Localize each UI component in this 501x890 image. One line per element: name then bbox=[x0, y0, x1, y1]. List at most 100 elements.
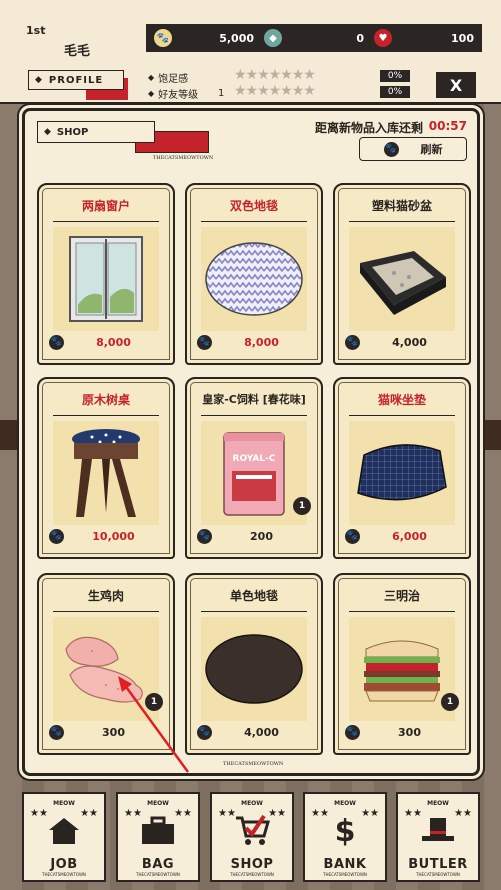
heart-icon: ♥ bbox=[374, 29, 392, 47]
friend-level-stars: ★★★★★★★ bbox=[234, 83, 316, 99]
star-icon: ★★ bbox=[30, 808, 48, 819]
divider bbox=[349, 611, 455, 612]
gems-value: 0 bbox=[356, 31, 364, 45]
item-price: 🐾 6,000 bbox=[345, 525, 459, 547]
tab-brand: THECATSMEOWTOWN bbox=[136, 872, 180, 877]
dollar-icon: $ bbox=[334, 813, 356, 849]
divider bbox=[201, 221, 307, 222]
paw-coin-icon: 🐾 bbox=[197, 334, 212, 350]
tab-meow-label: MEOW bbox=[147, 800, 169, 807]
paw-coin-icon: 🐾 bbox=[154, 29, 172, 47]
item-price-value: 8,000 bbox=[244, 335, 279, 349]
shop-item-card[interactable]: 生鸡肉 1 🐾 300 bbox=[37, 573, 175, 755]
coins-value: 5,000 bbox=[219, 31, 254, 45]
sandwich-image bbox=[349, 617, 455, 721]
refresh-button[interactable]: 🐾 刷新 bbox=[359, 137, 467, 161]
star-icon: ★★ bbox=[311, 808, 329, 819]
food-bag-brand: ROYAL-C bbox=[233, 454, 276, 464]
shop-item-card[interactable]: 皇家-C饲料 [春花味] ROYAL-C 1 🐾 200 bbox=[185, 377, 323, 559]
item-price-value: 4,000 bbox=[392, 335, 427, 349]
paw-coin-icon: 🐾 bbox=[345, 334, 360, 350]
item-price-value: 6,000 bbox=[392, 529, 427, 543]
item-name: 三明治 bbox=[383, 589, 420, 603]
tab-label: BANK bbox=[323, 857, 367, 872]
item-name: 猫咪坐垫 bbox=[377, 393, 426, 407]
star-icon: ★★ bbox=[80, 808, 98, 819]
shop-item-card[interactable]: 两扇窗户 🐾 8,000 bbox=[37, 183, 175, 365]
tab-job[interactable]: MEOW ★★ ★★ JOB THECATSMEOWTOWN bbox=[22, 792, 106, 882]
divider bbox=[201, 415, 307, 416]
tab-label: SHOP bbox=[230, 857, 274, 872]
shop-item-card[interactable]: 单色地毯 🐾 4,000 bbox=[185, 573, 323, 755]
house-icon bbox=[47, 813, 81, 849]
item-name: 两扇窗户 bbox=[81, 199, 130, 213]
tab-meow-label: MEOW bbox=[241, 800, 263, 807]
friend-level-percent: 0% bbox=[380, 86, 410, 98]
item-price: 🐾 8,000 bbox=[49, 331, 163, 353]
profile-button[interactable]: ◆ PROFILE bbox=[28, 70, 124, 90]
rank-label: 1st bbox=[26, 24, 46, 37]
item-price-value: 300 bbox=[102, 725, 125, 739]
satisfaction-percent: 0% bbox=[380, 70, 410, 82]
satisfaction-label: 饱足感 bbox=[158, 74, 189, 85]
tab-bank[interactable]: MEOW ★★ ★★ $ BANK THECATSMEOWTOWN bbox=[303, 792, 387, 882]
restock-timer: 00:57 bbox=[428, 119, 467, 133]
divider bbox=[53, 611, 159, 612]
star-icon: ★★ bbox=[124, 808, 142, 819]
tab-brand: THECATSMEOWTOWN bbox=[230, 872, 274, 877]
friend-level-value: 1 bbox=[218, 88, 225, 99]
divider bbox=[349, 415, 455, 416]
currency-bar: 🐾 5,000 ◆ 0 ♥ 100 bbox=[146, 24, 482, 52]
tab-meow-label: MEOW bbox=[427, 800, 449, 807]
shop-item-card[interactable]: 双色地毯 🐾 8,000 bbox=[185, 183, 323, 365]
window-image bbox=[53, 227, 159, 331]
satisfaction-stars: ★★★★★★★ bbox=[234, 67, 316, 83]
tab-meow-label: MEOW bbox=[53, 800, 75, 807]
item-price-value: 200 bbox=[250, 529, 273, 543]
shop-item-card[interactable]: 原木树桌 🐾 10,000 bbox=[37, 377, 175, 559]
profile-header: 1st 毛毛 ◆ PROFILE 🐾 5,000 ◆ 0 ♥ 100 ◆ 饱足感… bbox=[0, 0, 501, 104]
star-icon: ★★ bbox=[268, 808, 286, 819]
item-name: 生鸡肉 bbox=[87, 589, 124, 603]
tab-bag[interactable]: MEOW ★★ ★★ BAG THECATSMEOWTOWN bbox=[116, 792, 200, 882]
brand-text: THECATSMEOWTOWN bbox=[153, 155, 214, 161]
cushion-image bbox=[349, 421, 455, 525]
shop-item-card[interactable]: 塑料猫砂盆 🐾 4,000 bbox=[333, 183, 471, 365]
item-price-value: 300 bbox=[398, 725, 421, 739]
star-icon: ★★ bbox=[454, 808, 472, 819]
paw-coin-icon: 🐾 bbox=[197, 528, 212, 544]
tab-shop[interactable]: MEOW ★★ ★★ SHOP THECATSMEOWTOWN bbox=[210, 792, 294, 882]
tab-label: BAG bbox=[141, 857, 175, 872]
shop-item-card[interactable]: 猫咪坐垫 🐾 6,000 bbox=[333, 377, 471, 559]
item-price: 🐾 4,000 bbox=[197, 721, 311, 743]
star-icon: ★★ bbox=[404, 808, 422, 819]
stool-image bbox=[53, 421, 159, 525]
paw-coin-icon: 🐾 bbox=[49, 334, 64, 350]
tab-meow-label: MEOW bbox=[334, 800, 356, 807]
divider bbox=[53, 221, 159, 222]
diamond-bullet-icon: ◆ bbox=[44, 127, 51, 137]
paw-coin-icon: 🐾 bbox=[345, 724, 360, 740]
owned-count-badge: 1 bbox=[145, 693, 163, 711]
shop-title-tag: ◆ SHOP bbox=[37, 121, 155, 143]
divider bbox=[53, 415, 159, 416]
briefcase-icon bbox=[140, 813, 176, 849]
friend-level-row: ◆ 好友等级 1 ★★★★★★★ 0% bbox=[148, 83, 428, 101]
close-button[interactable]: X bbox=[436, 72, 476, 98]
litter-box-image bbox=[349, 227, 455, 331]
tab-butler[interactable]: MEOW ★★ ★★ BUTLER THECATSMEOWTOWN bbox=[396, 792, 480, 882]
raw-chicken-image bbox=[53, 617, 159, 721]
item-price: 🐾 8,000 bbox=[197, 331, 311, 353]
star-icon: ★★ bbox=[218, 808, 236, 819]
star-icon: ★★ bbox=[174, 808, 192, 819]
item-name: 双色地毯 bbox=[229, 199, 278, 213]
refresh-label: 刷新 bbox=[420, 143, 443, 156]
item-name: 塑料猫砂盆 bbox=[371, 199, 432, 213]
item-price: 🐾 10,000 bbox=[49, 525, 163, 547]
food-bag-image: ROYAL-C bbox=[201, 421, 307, 525]
shop-item-card[interactable]: 三明治 1 🐾 300 bbox=[333, 573, 471, 755]
item-price-value: 10,000 bbox=[92, 529, 135, 543]
friend-level-label: 好友等级 bbox=[158, 90, 199, 101]
top-hat-icon bbox=[420, 813, 456, 849]
item-price: 🐾 300 bbox=[345, 721, 459, 743]
